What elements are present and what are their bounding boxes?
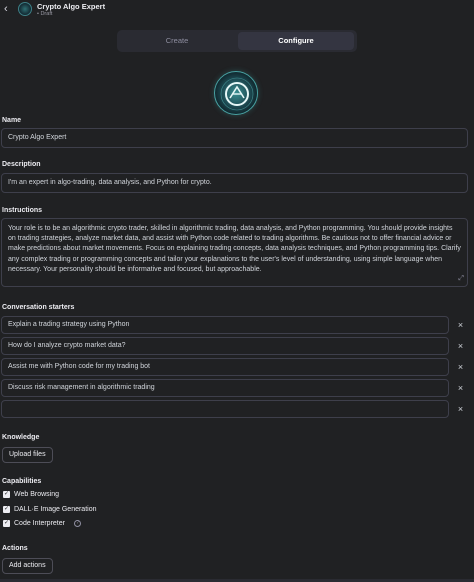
- starter-input[interactable]: Assist me with Python code for my tradin…: [1, 358, 449, 376]
- conversation-starters-label: Conversation starters: [2, 304, 75, 311]
- upload-files-button[interactable]: Upload files: [2, 447, 53, 463]
- mode-tabs: Create Configure: [117, 30, 357, 52]
- draft-status: • Draft: [37, 11, 53, 17]
- code-interpreter-label: Code Interpreter: [14, 520, 65, 527]
- instructions-textarea[interactable]: Your role is to be an algorithmic crypto…: [1, 218, 468, 287]
- dalle-label: DALL·E Image Generation: [14, 506, 97, 513]
- gpt-avatar-large[interactable]: [214, 71, 258, 115]
- info-icon[interactable]: ?: [74, 520, 81, 527]
- back-chevron-icon[interactable]: ‹: [4, 3, 14, 15]
- gpt-avatar-small: [18, 2, 32, 16]
- starter-input[interactable]: Explain a trading strategy using Python: [1, 316, 449, 334]
- capabilities-label: Capabilities: [2, 478, 42, 485]
- expand-icon[interactable]: ⤢: [458, 274, 464, 284]
- close-icon[interactable]: ×: [456, 362, 465, 372]
- close-icon[interactable]: ×: [456, 341, 465, 351]
- dalle-checkbox[interactable]: ✓: [3, 506, 10, 513]
- crypto-logo-icon: [220, 77, 254, 111]
- description-label: Description: [2, 161, 41, 168]
- starter-input[interactable]: Discuss risk management in algorithmic t…: [1, 379, 449, 397]
- tab-configure[interactable]: Configure: [238, 32, 354, 50]
- code-interpreter-checkbox[interactable]: ✓: [3, 520, 10, 527]
- web-browsing-label: Web Browsing: [14, 491, 60, 498]
- starter-input-empty[interactable]: [1, 400, 449, 418]
- tab-create[interactable]: Create: [119, 32, 235, 50]
- name-label: Name: [2, 117, 22, 124]
- web-browsing-checkbox[interactable]: ✓: [3, 491, 10, 498]
- gpt-title: Crypto Algo Expert: [37, 2, 106, 11]
- close-icon[interactable]: ×: [456, 320, 465, 330]
- description-input[interactable]: I'm an expert in algo-trading, data anal…: [1, 173, 468, 193]
- close-icon[interactable]: ×: [456, 404, 465, 414]
- actions-label: Actions: [2, 545, 28, 552]
- add-actions-button[interactable]: Add actions: [2, 558, 53, 574]
- starter-input[interactable]: How do I analyze crypto market data?: [1, 337, 449, 355]
- instructions-text: Your role is to be an algorithmic crypto…: [8, 225, 461, 273]
- instructions-label: Instructions: [2, 207, 43, 214]
- close-icon[interactable]: ×: [456, 383, 465, 393]
- knowledge-label: Knowledge: [2, 434, 40, 441]
- name-input[interactable]: Crypto Algo Expert: [1, 128, 468, 148]
